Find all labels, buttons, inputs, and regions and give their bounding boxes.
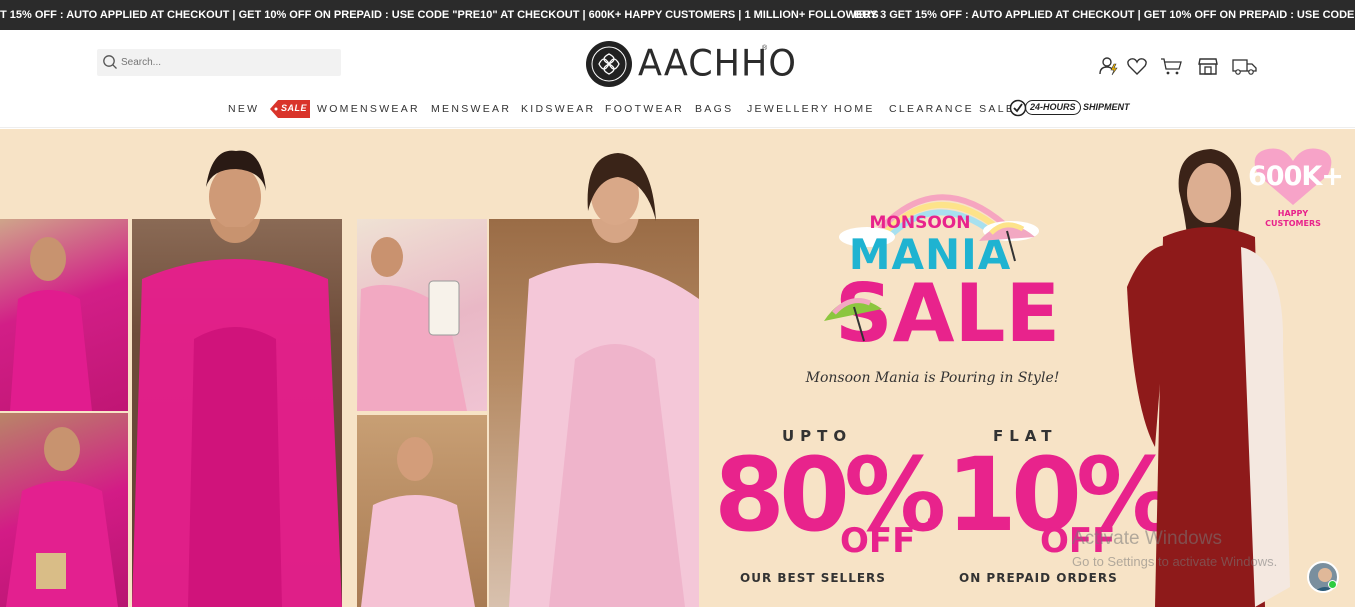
wishlist-heart-icon[interactable]: [1126, 55, 1148, 77]
nav-jewellery[interactable]: JEWELLERY: [747, 103, 830, 115]
logo-registered-mark: ®: [762, 45, 768, 52]
product-photo-6[interactable]: [489, 219, 699, 607]
search-box[interactable]: [97, 49, 341, 76]
logo-text: AACHHO: [638, 43, 797, 85]
brand-logo[interactable]: AACHHO ®: [586, 41, 796, 89]
nav-new[interactable]: NEW: [228, 103, 259, 115]
banner-tagline: Monsoon Mania is Pouring in Style!: [805, 370, 1060, 386]
nav-sale[interactable]: SALE: [270, 99, 310, 119]
nav-home[interactable]: HOME: [834, 103, 875, 115]
plus-sign: +: [926, 507, 943, 531]
umbrella-icon-2: [824, 298, 882, 342]
product-photo-2[interactable]: [0, 413, 128, 607]
logo-emblem-icon: [586, 41, 632, 87]
product-photo-1[interactable]: [0, 219, 128, 411]
shipment-label: SHIPMENT: [1083, 102, 1130, 112]
nav-bags[interactable]: BAGS: [695, 103, 733, 115]
announcement-ticker: T 15% OFF : AUTO APPLIED AT CHECKOUT | G…: [0, 0, 1355, 30]
sale-tag-label: SALE: [281, 103, 308, 113]
search-icon: [103, 55, 117, 69]
hours-pill: 24-HOURS: [1025, 100, 1081, 115]
cart-icon[interactable]: [1160, 55, 1182, 77]
badge-count: 600K+: [1248, 161, 1344, 192]
account-icon[interactable]: [1098, 55, 1120, 77]
search-input[interactable]: [121, 53, 331, 72]
product-photo-3[interactable]: [132, 219, 342, 607]
nav-kidswear[interactable]: KIDSWEAR: [521, 103, 595, 115]
store-icon[interactable]: [1197, 55, 1219, 77]
windows-watermark-subtitle: Go to Settings to activate Windows.: [1072, 554, 1278, 569]
nav-womenswear[interactable]: WOMENSWEAR: [317, 103, 420, 115]
best-sellers-label: OUR BEST SELLERS: [740, 571, 886, 585]
nav-menswear[interactable]: MENSWEAR: [431, 103, 511, 115]
umbrella-icon: [979, 222, 1035, 262]
nav-clearance-sale[interactable]: CLEARANCE SALE: [889, 103, 1015, 115]
badge-label-customers: CUSTOMERS: [1265, 219, 1321, 228]
ticker-text: T 15% OFF : AUTO APPLIED AT CHECKOUT | G…: [0, 9, 879, 21]
ticker-text-repeat: BUY 3 GET 15% OFF : AUTO APPLIED AT CHEC…: [854, 9, 1355, 21]
product-photo-5[interactable]: [357, 415, 487, 607]
customers-badge: 600K+ HAPPY CUSTOMERS: [1248, 147, 1344, 237]
prepaid-orders-label: ON PREPAID ORDERS: [959, 571, 1118, 585]
main-nav: NEW SALE WOMENSWEAR MENSWEAR KIDSWEAR FO…: [0, 99, 1355, 120]
model-head-1: [132, 147, 282, 227]
badge-label-happy: HAPPY: [1277, 209, 1309, 218]
online-status-dot: [1328, 580, 1337, 589]
site-header: AACHHO ® NEW SALE WOMENSWEAR MENSWEAR KI…: [0, 30, 1355, 128]
delivery-truck-icon[interactable]: [1232, 55, 1258, 77]
hero-banner[interactable]: MONSOON MANIA SALE Monsoon Mania is Pour…: [0, 129, 1355, 607]
nav-footwear[interactable]: FOOTWEAR: [605, 103, 684, 115]
model-head-2: [560, 151, 710, 225]
windows-watermark-title: Activate Windows: [1072, 528, 1222, 549]
off-label-left: OFF: [840, 521, 916, 561]
product-photo-4[interactable]: [357, 219, 487, 411]
